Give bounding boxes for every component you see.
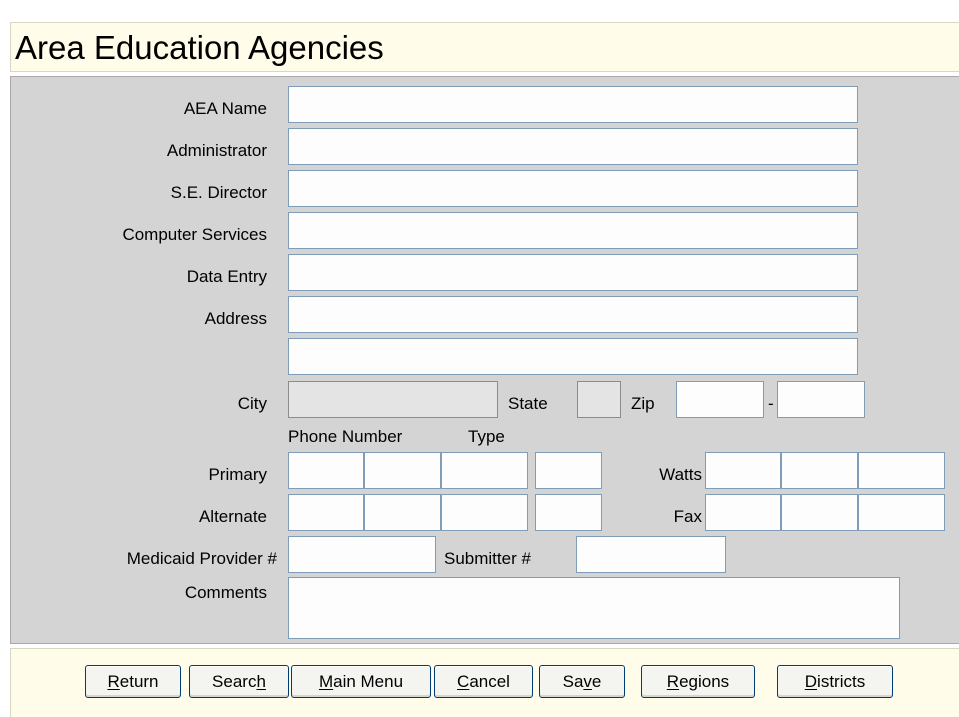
city-label: City	[237, 394, 267, 413]
fax-number-field[interactable]	[858, 494, 945, 531]
administrator-field[interactable]	[288, 128, 858, 165]
aea-name-label: AEA Name	[183, 99, 267, 118]
primary-type-field[interactable]	[535, 452, 602, 489]
submitter-label: Submitter #	[444, 549, 531, 568]
state-label: State	[508, 394, 548, 413]
zip-label: Zip	[631, 394, 655, 413]
fax-prefix-field[interactable]	[781, 494, 858, 531]
state-field[interactable]	[577, 381, 621, 418]
computer-services-label: Computer Services	[122, 225, 267, 244]
zip-separator: -	[768, 394, 774, 413]
comments-field[interactable]	[288, 577, 900, 639]
data-entry-field[interactable]	[288, 254, 858, 291]
submitter-field[interactable]	[576, 536, 726, 573]
alternate-area-code-field[interactable]	[288, 494, 364, 531]
watts-label: Watts	[659, 465, 702, 484]
fax-area-code-field[interactable]	[705, 494, 781, 531]
zip-extension-field[interactable]	[777, 381, 865, 418]
alternate-prefix-field[interactable]	[364, 494, 441, 531]
alternate-type-field[interactable]	[535, 494, 602, 531]
alternate-number-field[interactable]	[441, 494, 528, 531]
page-title: Area Education Agencies	[15, 29, 384, 66]
main-menu-button[interactable]: Main Menu	[291, 665, 431, 698]
watts-number-field[interactable]	[858, 452, 945, 489]
administrator-label: Administrator	[166, 141, 267, 160]
title-bar: Area Education Agencies	[10, 22, 959, 72]
primary-prefix-field[interactable]	[364, 452, 441, 489]
medicaid-provider-field[interactable]	[288, 536, 436, 573]
regions-button[interactable]: Regions	[641, 665, 755, 698]
medicaid-provider-label: Medicaid Provider #	[126, 549, 277, 568]
computer-services-field[interactable]	[288, 212, 858, 249]
cancel-button[interactable]: Cancel	[434, 665, 533, 698]
data-entry-label: Data Entry	[186, 267, 267, 286]
form-panel: AEA Name Administrator S.E. Director Com…	[10, 76, 959, 644]
address-line2-field[interactable]	[288, 338, 858, 375]
primary-area-code-field[interactable]	[288, 452, 364, 489]
primary-label: Primary	[208, 465, 267, 484]
aea-name-field[interactable]	[288, 86, 858, 123]
button-bar: Return Searc h Main Menu Cancel Sa v e Regi…	[10, 648, 959, 717]
comments-label: Comments	[184, 583, 267, 602]
fax-label: Fax	[673, 507, 702, 526]
primary-number-field[interactable]	[441, 452, 528, 489]
city-field[interactable]	[288, 381, 498, 418]
address-label: Address	[204, 309, 267, 328]
se-director-label: S.E. Director	[170, 183, 267, 202]
search-button[interactable]: Searc h	[189, 665, 289, 698]
se-director-field[interactable]	[288, 170, 858, 207]
watts-area-code-field[interactable]	[705, 452, 781, 489]
return-button[interactable]: Return	[85, 665, 181, 698]
phone-number-header: Phone Number	[288, 427, 403, 446]
address-line1-field[interactable]	[288, 296, 858, 333]
districts-button[interactable]: Districts	[777, 665, 893, 698]
watts-prefix-field[interactable]	[781, 452, 858, 489]
alternate-label: Alternate	[198, 507, 267, 526]
type-header: Type	[468, 427, 505, 446]
zip-field[interactable]	[676, 381, 764, 418]
save-button[interactable]: Sa v e	[539, 665, 625, 698]
